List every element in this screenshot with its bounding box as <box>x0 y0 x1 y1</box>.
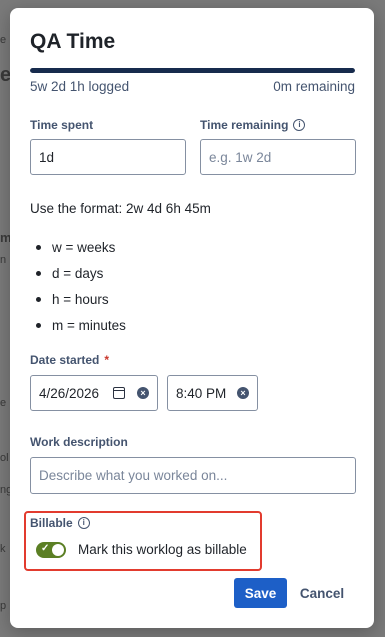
save-button[interactable]: Save <box>234 578 287 608</box>
format-hint: Use the format: 2w 4d 6h 45m <box>30 201 211 216</box>
check-icon: ✓ <box>41 543 50 554</box>
background-text-fragment: p <box>0 600 7 612</box>
work-description-label-text: Work description <box>30 435 128 449</box>
unit-list: w = weeks d = days h = hours m = minutes <box>36 234 126 338</box>
work-description-label: Work description <box>30 435 128 449</box>
date-picker-input[interactable]: 4/26/2026 × <box>30 375 158 411</box>
background-text-fragment: e <box>0 34 7 46</box>
bullet-icon <box>36 244 41 250</box>
time-spent-label: Time spent <box>30 118 93 132</box>
date-started-label-text: Date started <box>30 353 100 367</box>
clear-icon[interactable]: × <box>237 387 249 399</box>
bullet-icon <box>36 270 41 276</box>
dialog-title: QA Time <box>30 30 116 53</box>
toggle-knob <box>52 544 64 556</box>
background-text-fragment: k <box>0 543 6 555</box>
time-remaining-label: Time remaining i <box>200 118 306 132</box>
calendar-icon[interactable] <box>113 387 125 399</box>
time-picker-input[interactable]: 8:40 PM × <box>167 375 258 411</box>
unit-list-item: h = hours <box>36 286 126 312</box>
time-spent-input[interactable]: 1d <box>30 139 186 175</box>
time-remaining-placeholder: e.g. 1w 2d <box>209 149 272 165</box>
background-text-fragment: n <box>0 254 7 266</box>
date-value: 4/26/2026 <box>39 385 100 401</box>
unit-list-item: m = minutes <box>36 312 126 338</box>
time-progress-fill <box>30 68 355 73</box>
unit-text: w = weeks <box>52 239 116 255</box>
unit-text: d = days <box>52 265 104 281</box>
time-spent-value: 1d <box>39 149 55 165</box>
log-time-dialog: QA Time 5w 2d 1h logged 0m remaining Tim… <box>10 8 374 628</box>
time-value: 8:40 PM <box>176 385 227 401</box>
clear-icon[interactable]: × <box>137 387 149 399</box>
unit-text: h = hours <box>52 291 109 307</box>
unit-list-item: d = days <box>36 260 126 286</box>
time-progress-bar <box>30 68 355 73</box>
time-remaining-text: 0m remaining <box>273 79 355 94</box>
background-text-fragment: e <box>0 397 7 409</box>
info-icon[interactable]: i <box>77 517 90 529</box>
time-logged-text: 5w 2d 1h logged <box>30 79 130 94</box>
unit-text: m = minutes <box>52 317 126 333</box>
time-remaining-label-text: Time remaining <box>200 118 289 132</box>
info-icon[interactable]: i <box>293 119 306 131</box>
time-remaining-input[interactable]: e.g. 1w 2d <box>200 139 356 175</box>
billable-toggle-text[interactable]: Mark this worklog as billable <box>78 542 247 557</box>
date-started-label: Date started * <box>30 353 109 367</box>
billable-label-text: Billable <box>30 516 73 530</box>
required-marker: * <box>104 353 110 367</box>
cancel-button[interactable]: Cancel <box>294 578 350 608</box>
time-spent-label-text: Time spent <box>30 118 94 132</box>
bullet-icon <box>36 322 41 328</box>
billable-toggle[interactable]: ✓ <box>36 542 66 558</box>
background-text-fragment: ol <box>0 452 9 464</box>
bullet-icon <box>36 296 41 302</box>
work-description-placeholder: Describe what you worked on... <box>39 468 228 483</box>
work-description-input[interactable]: Describe what you worked on... <box>30 457 356 494</box>
billable-label: Billable i <box>30 516 90 530</box>
unit-list-item: w = weeks <box>36 234 126 260</box>
